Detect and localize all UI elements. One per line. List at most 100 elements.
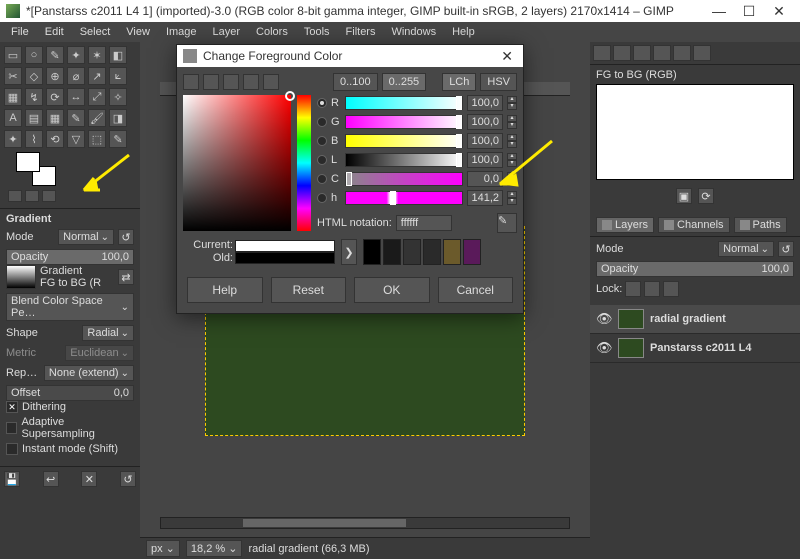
dialog-titlebar[interactable]: Change Foreground Color ✕ — [177, 45, 523, 67]
tool[interactable]: ✎ — [109, 130, 127, 148]
reset-button[interactable]: Reset — [271, 277, 347, 303]
tab-layers[interactable]: Layers — [596, 217, 654, 233]
tool[interactable]: ⟀ — [109, 67, 127, 85]
tab-channels[interactable]: Channels — [658, 217, 729, 233]
radio-l[interactable] — [317, 155, 327, 165]
close-window-button[interactable]: ✕ — [764, 3, 794, 20]
menu-filters[interactable]: Filters — [339, 24, 383, 40]
dock-tab[interactable] — [633, 45, 651, 61]
radio-b[interactable] — [317, 136, 327, 146]
history-swatch[interactable] — [403, 239, 421, 265]
value-h[interactable]: 141,2 — [467, 190, 503, 206]
tool[interactable]: ⊕ — [46, 67, 64, 85]
spinner[interactable]: ▴▾ — [507, 153, 517, 167]
radio-c[interactable] — [317, 174, 327, 184]
menu-colors[interactable]: Colors — [249, 24, 295, 40]
scrollbar-horizontal[interactable] — [160, 517, 570, 529]
menu-layer[interactable]: Layer — [206, 24, 248, 40]
lch-button[interactable]: LCh — [442, 73, 476, 91]
layer-name[interactable]: Panstarss c2011 L4 — [650, 342, 752, 354]
tool[interactable]: ▭ — [4, 46, 22, 64]
tool[interactable]: ⬚ — [88, 130, 106, 148]
menu-windows[interactable]: Windows — [384, 24, 443, 40]
cancel-button[interactable]: Cancel — [438, 277, 514, 303]
opts-save-icon[interactable]: 💾 — [4, 471, 20, 487]
ok-button[interactable]: OK — [354, 277, 430, 303]
selector-tab[interactable] — [263, 74, 279, 90]
slider-l[interactable] — [345, 153, 463, 167]
history-swatch[interactable] — [443, 239, 461, 265]
dialog-close-button[interactable]: ✕ — [497, 48, 517, 65]
dithering-check[interactable]: ✕Dithering — [6, 401, 134, 413]
scale-0-255-button[interactable]: 0..255 — [382, 73, 427, 91]
layer-thumbnail[interactable] — [618, 309, 644, 329]
lock-position-icon[interactable] — [644, 281, 660, 297]
history-swatch[interactable] — [383, 239, 401, 265]
tool[interactable]: ⟳ — [46, 88, 64, 106]
lock-alpha-icon[interactable] — [663, 281, 679, 297]
value-c[interactable]: 0,0 — [467, 171, 503, 187]
menu-edit[interactable]: Edit — [38, 24, 71, 40]
slider-h[interactable] — [345, 191, 463, 205]
tool[interactable]: ↗ — [88, 67, 106, 85]
maximize-button[interactable]: ☐ — [734, 3, 764, 20]
preview-btn[interactable]: ▣ — [676, 188, 692, 204]
menu-select[interactable]: Select — [73, 24, 118, 40]
tool[interactable]: ✶ — [88, 46, 106, 64]
toolbox-tab[interactable] — [8, 190, 22, 202]
eyedropper-icon[interactable]: ✎ — [497, 213, 517, 233]
mode-dropdown[interactable]: Normal — [58, 229, 114, 245]
layer-row[interactable]: 👁 Panstarss c2011 L4 — [590, 334, 800, 363]
hsv-button[interactable]: HSV — [480, 73, 517, 91]
slider-r[interactable] — [345, 96, 463, 110]
mode-reset-icon[interactable]: ↺ — [118, 229, 134, 245]
menu-file[interactable]: File — [4, 24, 36, 40]
tool[interactable]: ↯ — [25, 88, 43, 106]
tool[interactable]: ✦ — [67, 46, 85, 64]
zoom-dropdown[interactable]: 18,2 % ⌄ — [186, 540, 243, 557]
tool[interactable]: ◇ — [25, 67, 43, 85]
slider-c[interactable] — [345, 172, 463, 186]
tool[interactable]: ✎ — [46, 46, 64, 64]
gradient-preview[interactable] — [6, 265, 36, 289]
tool[interactable]: ✧ — [109, 88, 127, 106]
tool[interactable]: ▦ — [46, 109, 64, 127]
help-button[interactable]: Help — [187, 277, 263, 303]
toolbox-tab[interactable] — [42, 190, 56, 202]
tool[interactable]: ⌇ — [25, 130, 43, 148]
tool[interactable]: ↔ — [67, 88, 85, 106]
opts-reset-icon[interactable]: ↺ — [120, 471, 136, 487]
layer-mode-reset-icon[interactable]: ↺ — [778, 241, 794, 257]
menu-tools[interactable]: Tools — [297, 24, 337, 40]
dock-tab[interactable] — [653, 45, 671, 61]
tool[interactable]: ✂ — [4, 67, 22, 85]
opts-restore-icon[interactable]: ↩ — [43, 471, 59, 487]
selector-tab[interactable] — [183, 74, 199, 90]
selector-tab[interactable] — [223, 74, 239, 90]
hue-bar[interactable] — [297, 95, 311, 231]
history-swatch[interactable] — [463, 239, 481, 265]
repeat-dropdown[interactable]: None (extend) — [44, 365, 134, 381]
layer-thumbnail[interactable] — [618, 338, 644, 358]
add-to-history-button[interactable]: ❯ — [341, 239, 357, 265]
tool[interactable]: ○ — [25, 46, 43, 64]
menu-view[interactable]: View — [119, 24, 157, 40]
supersampling-check[interactable]: Adaptive Supersampling — [6, 416, 134, 440]
layer-opacity-slider[interactable]: Opacity 100,0 — [596, 261, 794, 277]
tool[interactable]: A — [4, 109, 22, 127]
tool[interactable]: ⤢ — [88, 88, 106, 106]
tool[interactable]: ▤ — [25, 109, 43, 127]
dock-tab[interactable] — [593, 45, 611, 61]
tool[interactable]: ✦ — [4, 130, 22, 148]
value-g[interactable]: 100,0 — [467, 114, 503, 130]
html-notation-input[interactable] — [396, 215, 452, 231]
instant-mode-check[interactable]: Instant mode (Shift) — [6, 443, 134, 455]
tool[interactable]: ◧ — [109, 46, 127, 64]
history-swatch[interactable] — [363, 239, 381, 265]
dock-tab[interactable] — [693, 45, 711, 61]
menu-help[interactable]: Help — [445, 24, 482, 40]
old-color-swatch[interactable] — [235, 252, 335, 264]
radio-g[interactable] — [317, 117, 327, 127]
visibility-icon[interactable]: 👁 — [596, 340, 612, 356]
tool[interactable]: 🖌 — [88, 109, 106, 127]
